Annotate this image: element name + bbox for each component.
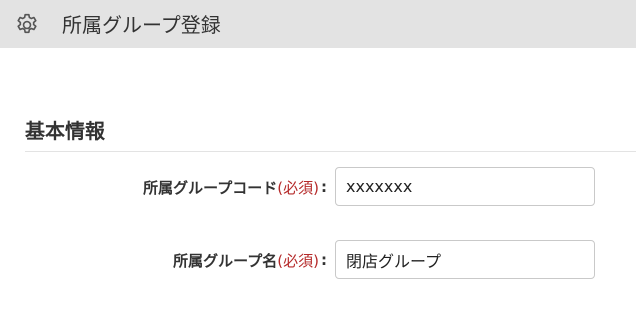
group-name-input[interactable] xyxy=(335,240,595,279)
gear-icon xyxy=(14,12,40,38)
label-colon: : xyxy=(321,251,327,269)
section-title: 基本情報 xyxy=(25,119,105,143)
group-name-label: 所属グループ名 (必須) : xyxy=(173,240,327,280)
group-name-label-text: 所属グループ名 xyxy=(173,251,278,270)
label-colon: : xyxy=(321,178,327,196)
group-code-input[interactable] xyxy=(335,167,595,206)
form-row-group-name: 所属グループ名 (必須) : xyxy=(0,240,636,280)
section-divider xyxy=(25,151,636,152)
page-title: 所属グループ登録 xyxy=(62,13,221,37)
title-bar: 所属グループ登録 xyxy=(0,0,636,48)
required-marker: (必須) xyxy=(277,178,319,197)
form-row-group-code: 所属グループコード (必須) : xyxy=(0,167,636,207)
group-code-label: 所属グループコード (必須) : xyxy=(143,167,327,207)
required-marker: (必須) xyxy=(277,251,319,270)
group-code-label-text: 所属グループコード xyxy=(143,178,278,197)
